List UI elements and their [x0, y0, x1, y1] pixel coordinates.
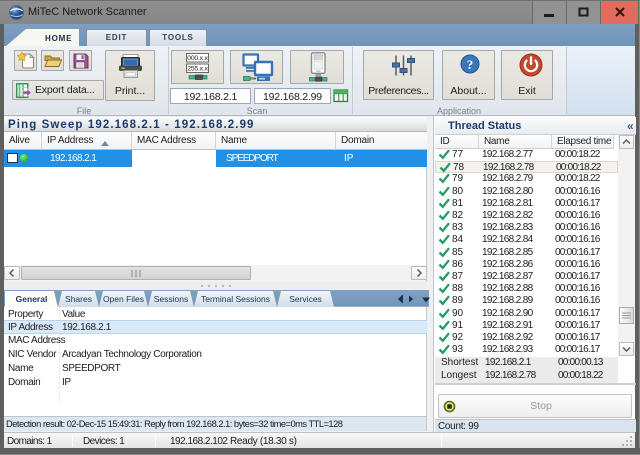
svg-text:000.x.x: 000.x.x — [187, 55, 208, 62]
svg-text:255.x.x: 255.x.x — [187, 66, 208, 73]
svg-text:?: ? — [467, 57, 474, 72]
